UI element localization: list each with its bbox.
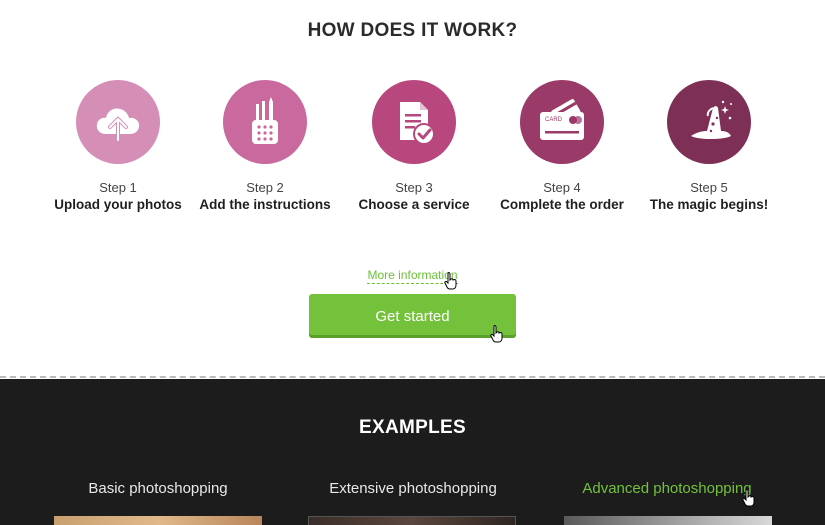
how-it-works-title: HOW DOES IT WORK? bbox=[307, 20, 518, 41]
step-1-description: Upload your photos bbox=[54, 197, 182, 212]
step-4-number: Step 4 bbox=[543, 180, 581, 195]
credit-card-icon: CARD bbox=[540, 99, 584, 140]
step-5: Step 5 The magic begins! bbox=[634, 80, 784, 212]
step-4-circle: CARD bbox=[520, 80, 604, 164]
how-it-works-section: HOW DOES IT WORK? Step 1 Upload your pho… bbox=[0, 0, 825, 378]
step-3: Step 3 Choose a service bbox=[339, 80, 489, 212]
tab-advanced-photoshopping[interactable]: Advanced photoshopping bbox=[562, 480, 772, 497]
card-label: CARD bbox=[545, 117, 563, 123]
step-1-number: Step 1 bbox=[99, 180, 137, 195]
section-divider bbox=[0, 376, 825, 378]
step-4: CARD Step 4 Complete the order bbox=[487, 80, 637, 212]
examples-section: EXAMPLES Basic photoshopping Extensive p… bbox=[0, 379, 825, 525]
tab-basic-photoshopping[interactable]: Basic photoshopping bbox=[53, 480, 263, 497]
step-2-description: Add the instructions bbox=[199, 197, 331, 212]
wizard-hat-icon bbox=[691, 100, 732, 139]
step-1: Step 1 Upload your photos bbox=[43, 80, 193, 212]
example-image-advanced[interactable] bbox=[564, 516, 772, 525]
tab-extensive-photoshopping[interactable]: Extensive photoshopping bbox=[308, 480, 518, 497]
step-1-circle bbox=[76, 80, 160, 164]
get-started-button[interactable]: Get started bbox=[309, 294, 516, 338]
step-5-number: Step 5 bbox=[690, 180, 728, 195]
step-3-number: Step 3 bbox=[395, 180, 433, 195]
hand-cursor-icon bbox=[490, 325, 503, 343]
more-information-link-wrapper: More information bbox=[0, 268, 825, 284]
step-5-description: The magic begins! bbox=[649, 197, 769, 212]
pencil-cup-icon bbox=[252, 97, 278, 144]
cloud-upload-icon bbox=[96, 108, 140, 142]
hand-cursor-icon bbox=[742, 489, 755, 507]
step-5-circle bbox=[667, 80, 751, 164]
document-check-icon bbox=[400, 102, 435, 145]
step-2-number: Step 2 bbox=[246, 180, 284, 195]
step-3-circle bbox=[372, 80, 456, 164]
example-image-basic[interactable] bbox=[54, 516, 262, 525]
examples-title: EXAMPLES bbox=[359, 417, 466, 438]
step-4-description: Complete the order bbox=[500, 197, 624, 212]
step-2-circle bbox=[223, 80, 307, 164]
hand-cursor-icon bbox=[444, 272, 457, 290]
step-3-description: Choose a service bbox=[358, 197, 470, 212]
example-image-extensive[interactable] bbox=[308, 516, 516, 525]
step-2: Step 2 Add the instructions bbox=[190, 80, 340, 212]
